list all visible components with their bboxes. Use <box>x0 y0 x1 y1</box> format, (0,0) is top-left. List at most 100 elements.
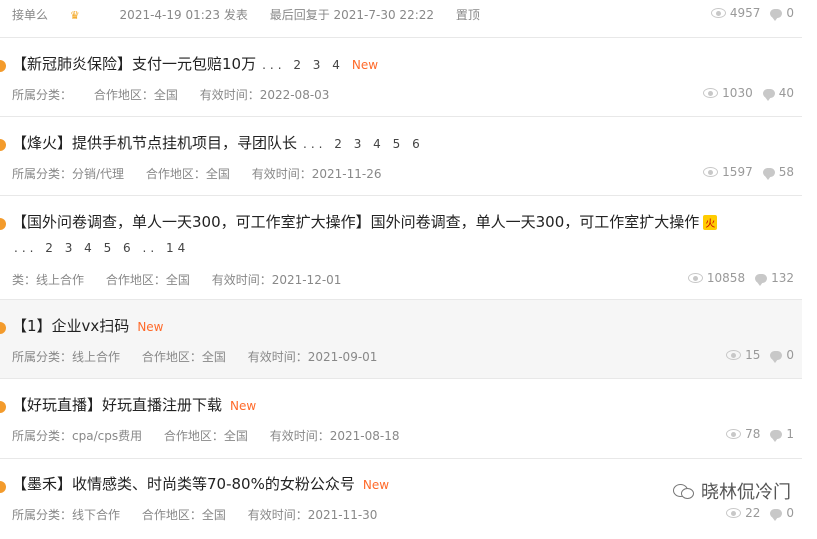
eye-icon <box>710 8 726 18</box>
avatar <box>0 401 6 413</box>
thread-title[interactable]: 【国外问卷调查，单人一天300，可工作室扩大操作】国外问卷调查，单人一天300，… <box>12 211 718 232</box>
thread-stats: 78 1 <box>726 427 794 442</box>
category: 所属分类：cpa/cps费用 <box>12 429 143 443</box>
thread-meta: 所属分类： 合作地区：全国 有效时间：2022-08-03 <box>12 86 347 103</box>
thread-stats: 4957 0 <box>710 6 794 21</box>
page-links[interactable]: ... 2 3 4 5 6 <box>303 137 424 151</box>
region: 合作地区：全国 <box>105 273 190 287</box>
eye-icon <box>726 508 742 518</box>
thread-title[interactable]: 【墨禾】收情感类、时尚类等70-80%的女粉公众号 New <box>12 473 389 494</box>
comment-icon <box>770 350 783 363</box>
eye-icon <box>703 167 719 177</box>
valid-time: 有效时间：2021-11-26 <box>251 167 382 181</box>
reply-count: 0 <box>786 348 794 362</box>
category: 所属分类：线下合作 <box>12 508 121 522</box>
thread-meta: 所属分类：分销/代理 合作地区：全国 有效时间：2021-11-26 <box>12 165 399 182</box>
thread-title-text[interactable]: 【国外问卷调查，单人一天300，可工作室扩大操作】国外问卷调查，单人一天300，… <box>12 213 699 231</box>
thread-meta: 类：线上合作 合作地区：全国 有效时间：2021-12-01 <box>12 271 359 288</box>
avatar <box>0 218 6 230</box>
thread-meta: 所属分类：线下合作 合作地区：全国 有效时间：2021-11-30 <box>12 506 395 523</box>
view-count: 4957 <box>729 6 761 20</box>
new-badge: New <box>137 320 164 334</box>
reply-count: 40 <box>778 86 794 100</box>
region: 合作地区：全国 <box>163 429 248 443</box>
avatar <box>0 481 6 493</box>
valid-time: 有效时间：2021-11-30 <box>247 508 378 522</box>
new-badge: New <box>362 478 390 492</box>
category: 类：线上合作 <box>12 273 85 287</box>
thread-title-text[interactable]: 【新冠肺炎保险】支付一元包赔10万 <box>12 55 256 73</box>
watermark-text: 晓林侃冷门 <box>701 482 791 503</box>
thread-meta: 所属分类：cpa/cps费用 合作地区：全国 有效时间：2021-08-18 <box>12 427 418 444</box>
pin-badge: 置顶 <box>455 8 480 22</box>
eye-icon <box>726 350 742 360</box>
thread-title-text[interactable]: 【1】企业vx扫码 <box>12 317 129 335</box>
reply-count: 0 <box>786 6 794 20</box>
thread-row: 【国外问卷调查，单人一天300，可工作室扩大操作】国外问卷调查，单人一天300，… <box>0 196 802 300</box>
thread-row: 【好玩直播】好玩直播注册下载 New 所属分类：cpa/cps费用 合作地区：全国… <box>0 379 802 459</box>
comment-icon <box>755 273 768 286</box>
new-badge: New <box>230 399 257 413</box>
thread-title[interactable]: 【烽火】提供手机节点挂机项目，寻团队长 ... 2 3 4 5 6 <box>12 132 424 153</box>
valid-time: 有效时间：2021-08-18 <box>269 429 400 443</box>
avatar <box>0 139 6 151</box>
reply-count: 132 <box>771 271 794 285</box>
category: 所属分类： <box>12 88 73 102</box>
region: 合作地区：全国 <box>141 350 226 364</box>
avatar <box>0 322 6 334</box>
author-name[interactable]: 接单么 ♛ <box>12 8 98 22</box>
thread-meta: 接单么 ♛ 2021-4-19 01:23 发表 最后回复于 2021-7-30… <box>12 6 498 23</box>
comment-icon <box>762 88 775 101</box>
wechat-icon <box>673 482 695 500</box>
thread-stats: 22 0 <box>726 506 794 521</box>
thread-title-text[interactable]: 【烽火】提供手机节点挂机项目，寻团队长 <box>12 134 297 152</box>
last-reply: 最后回复于 2021-7-30 22:22 <box>269 8 435 22</box>
thread-title-text[interactable]: 【好玩直播】好玩直播注册下载 <box>12 396 222 414</box>
valid-time: 有效时间：2021-12-01 <box>211 273 342 287</box>
hot-badge: 火 <box>703 215 718 230</box>
thread-title[interactable]: 【新冠肺炎保险】支付一元包赔10万 ... 2 3 4 New <box>12 53 378 74</box>
region: 合作地区：全国 <box>141 508 226 522</box>
comment-icon <box>770 508 783 521</box>
view-count: 10858 <box>706 271 746 285</box>
view-count: 15 <box>745 348 761 362</box>
thread-title[interactable]: 【好玩直播】好玩直播注册下载 New <box>12 394 256 415</box>
reply-count: 58 <box>778 165 794 179</box>
eye-icon <box>726 429 742 439</box>
page-links[interactable]: ... 2 3 4 <box>262 58 344 72</box>
reply-count: 1 <box>786 427 794 441</box>
eye-icon <box>687 273 703 283</box>
region: 合作地区：全国 <box>93 88 178 102</box>
thread-title[interactable]: 【1】企业vx扫码 New <box>12 315 164 336</box>
thread-row: 【新冠肺炎保险】支付一元包赔10万 ... 2 3 4 New 所属分类： 合作地区… <box>0 38 802 117</box>
crown-icon: ♛ <box>69 9 80 22</box>
category: 所属分类：线上合作 <box>12 350 121 364</box>
thread-row-pinned: 接单么 ♛ 2021-4-19 01:23 发表 最后回复于 2021-7-30… <box>0 0 802 38</box>
thread-stats: 10858 132 <box>687 271 794 286</box>
thread-list: 接单么 ♛ 2021-4-19 01:23 发表 最后回复于 2021-7-30… <box>0 0 802 539</box>
thread-stats: 15 0 <box>726 348 794 363</box>
post-time: 2021-4-19 01:23 发表 <box>119 8 248 22</box>
watermark: 晓林侃冷门 <box>673 478 791 504</box>
category: 所属分类：分销/代理 <box>12 167 125 181</box>
comment-icon <box>770 8 783 21</box>
thread-stats: 1597 58 <box>703 165 794 180</box>
page-links[interactable]: ... 2 3 4 5 6 .. 14 <box>14 241 189 255</box>
valid-time: 有效时间：2021-09-01 <box>247 350 378 364</box>
avatar <box>0 60 6 72</box>
view-count: 1597 <box>722 165 753 179</box>
thread-stats: 1030 40 <box>703 86 794 101</box>
new-badge: New <box>351 58 379 72</box>
thread-meta: 所属分类：线上合作 合作地区：全国 有效时间：2021-09-01 <box>12 348 395 365</box>
view-count: 78 <box>745 427 761 441</box>
view-count: 1030 <box>722 86 753 100</box>
thread-row: 【1】企业vx扫码 New 所属分类：线上合作 合作地区：全国 有效时间：2021… <box>0 300 802 379</box>
valid-time: 有效时间：2022-08-03 <box>199 88 330 102</box>
comment-icon <box>770 429 783 442</box>
thread-row: 【烽火】提供手机节点挂机项目，寻团队长 ... 2 3 4 5 6 所属分类：分销… <box>0 117 802 196</box>
view-count: 22 <box>745 506 761 520</box>
thread-title-text[interactable]: 【墨禾】收情感类、时尚类等70-80%的女粉公众号 <box>12 475 355 493</box>
reply-count: 0 <box>786 506 794 520</box>
region: 合作地区：全国 <box>145 167 230 181</box>
eye-icon <box>703 88 719 98</box>
